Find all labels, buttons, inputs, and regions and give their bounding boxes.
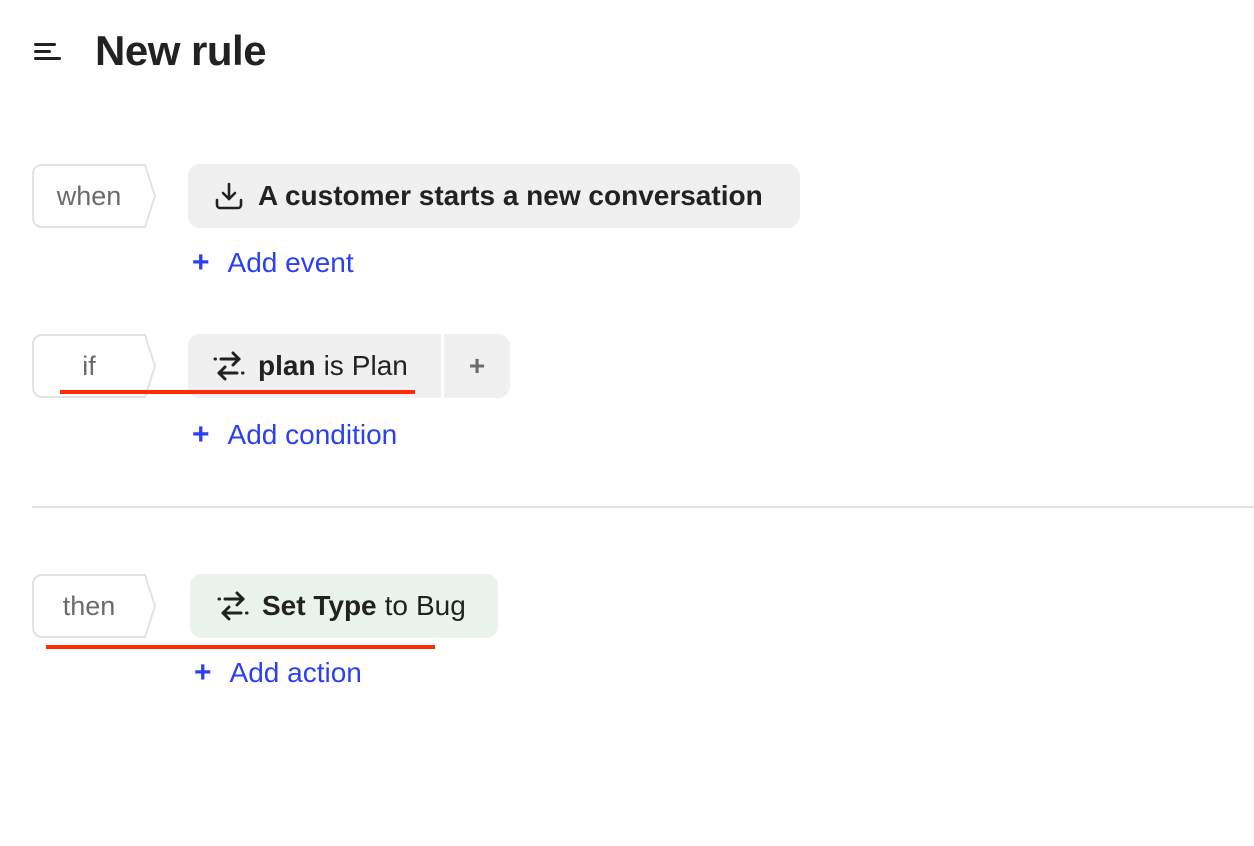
- plus-icon: +: [192, 246, 210, 279]
- if-label-tag: if: [32, 334, 156, 398]
- add-event-label: Add event: [227, 247, 354, 278]
- section-divider: [32, 506, 1254, 508]
- action-value: Bug: [415, 590, 466, 621]
- when-label: when: [56, 181, 122, 211]
- if-row: if: [32, 334, 156, 398]
- annotation-underline: [60, 390, 415, 394]
- annotation-underline: [46, 645, 435, 649]
- swap-arrows-icon: [212, 349, 246, 383]
- add-event-link[interactable]: + Add event: [192, 246, 354, 280]
- if-label: if: [82, 351, 96, 381]
- condition-field: plan: [258, 350, 316, 381]
- when-row: when: [32, 164, 156, 228]
- action-chip[interactable]: Set Type to Bug: [190, 574, 498, 638]
- action-operator: to: [384, 590, 408, 621]
- event-text: A customer starts a new conversation: [258, 180, 763, 211]
- condition-operator: is: [323, 350, 344, 381]
- plus-icon: +: [192, 418, 210, 451]
- event-chip[interactable]: A customer starts a new conversation: [188, 164, 800, 228]
- page-title: New rule: [95, 27, 267, 74]
- plus-icon: +: [194, 656, 212, 689]
- then-label: then: [62, 591, 116, 621]
- plus-icon: +: [468, 350, 486, 381]
- add-condition-inline-button[interactable]: +: [444, 334, 510, 398]
- condition-chip[interactable]: plan is Plan: [188, 334, 441, 398]
- then-label-tag: then: [32, 574, 156, 638]
- then-row: then: [32, 574, 156, 638]
- hamburger-menu-icon[interactable]: [34, 38, 62, 64]
- page-header: New rule: [34, 26, 267, 76]
- condition-value: Plan: [351, 350, 408, 381]
- add-condition-link[interactable]: + Add condition: [192, 418, 397, 452]
- add-condition-label: Add condition: [227, 419, 398, 450]
- download-icon: [212, 179, 246, 213]
- add-action-link[interactable]: + Add action: [194, 656, 362, 690]
- add-action-label: Add action: [229, 657, 362, 688]
- when-label-tag: when: [32, 164, 156, 228]
- action-field: Set Type: [262, 590, 377, 621]
- swap-arrows-icon: [216, 589, 250, 623]
